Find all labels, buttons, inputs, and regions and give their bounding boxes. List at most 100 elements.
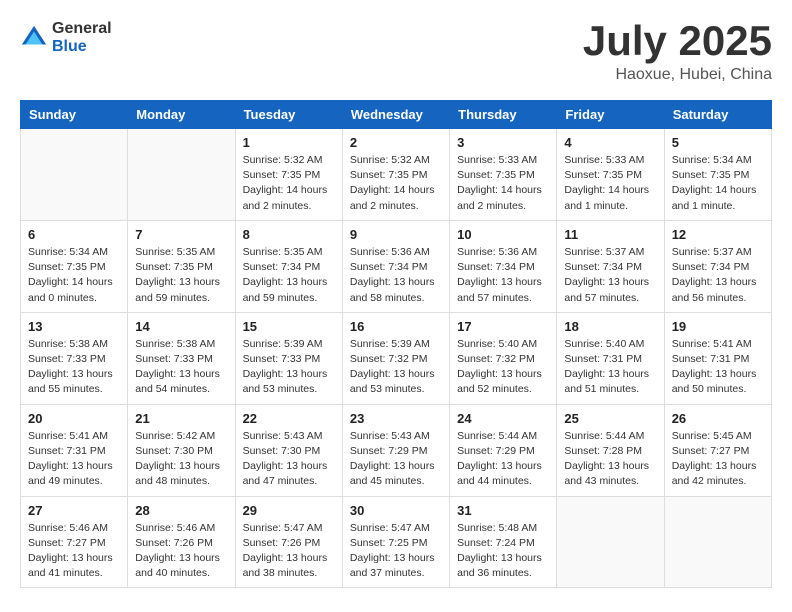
calendar-day: 17 Sunrise: 5:40 AM Sunset: 7:32 PM Dayli…: [450, 312, 557, 404]
calendar-day: [664, 496, 771, 588]
week-row: 1 Sunrise: 5:32 AM Sunset: 7:35 PM Daylig…: [21, 129, 772, 221]
day-info: Sunrise: 5:35 AM Sunset: 7:34 PM Dayligh…: [243, 245, 335, 306]
day-info: Sunrise: 5:45 AM Sunset: 7:27 PM Dayligh…: [672, 429, 764, 490]
week-row: 27Sunrise: 5:46 AM Sunset: 7:27 PM Dayli…: [21, 496, 772, 588]
calendar-day: 18 Sunrise: 5:40 AM Sunset: 7:31 PM Dayli…: [557, 312, 664, 404]
day-number: 26: [672, 411, 764, 426]
calendar-day: 29Sunrise: 5:47 AM Sunset: 7:26 PM Dayli…: [235, 496, 342, 588]
calendar-day: 19Sunrise: 5:41 AM Sunset: 7:31 PM Dayli…: [664, 312, 771, 404]
day-number: 19: [672, 319, 764, 334]
day-number: 31: [457, 503, 549, 518]
calendar-day: 24Sunrise: 5:44 AM Sunset: 7:29 PM Dayli…: [450, 404, 557, 496]
day-of-week-header: Wednesday: [342, 101, 449, 129]
day-number: 5: [672, 135, 764, 150]
day-number: 22: [243, 411, 335, 426]
calendar-day: 4 Sunrise: 5:33 AM Sunset: 7:35 PM Daylig…: [557, 129, 664, 221]
calendar-day: 30Sunrise: 5:47 AM Sunset: 7:25 PM Dayli…: [342, 496, 449, 588]
day-number: 29: [243, 503, 335, 518]
day-number: 2: [350, 135, 442, 150]
day-number: 14: [135, 319, 227, 334]
calendar-day: 2 Sunrise: 5:32 AM Sunset: 7:35 PM Daylig…: [342, 129, 449, 221]
calendar-day: 11 Sunrise: 5:37 AM Sunset: 7:34 PM Dayli…: [557, 220, 664, 312]
day-number: 4: [564, 135, 656, 150]
week-row: 20 Sunrise: 5:41 AM Sunset: 7:31 PM Dayli…: [21, 404, 772, 496]
logo-blue-text: Blue: [52, 38, 112, 56]
day-number: 11: [564, 227, 656, 242]
calendar-day: 22 Sunrise: 5:43 AM Sunset: 7:30 PM Dayli…: [235, 404, 342, 496]
day-number: 1: [243, 135, 335, 150]
day-info: Sunrise: 5:39 AM Sunset: 7:32 PM Dayligh…: [350, 337, 442, 398]
calendar-day: 20 Sunrise: 5:41 AM Sunset: 7:31 PM Dayli…: [21, 404, 128, 496]
calendar-day: 21Sunrise: 5:42 AM Sunset: 7:30 PM Dayli…: [128, 404, 235, 496]
day-info: Sunrise: 5:32 AM Sunset: 7:35 PM Dayligh…: [350, 153, 442, 214]
calendar-day: 9Sunrise: 5:36 AM Sunset: 7:34 PM Daylig…: [342, 220, 449, 312]
day-number: 25: [564, 411, 656, 426]
calendar-day: 1 Sunrise: 5:32 AM Sunset: 7:35 PM Daylig…: [235, 129, 342, 221]
calendar-day: 15Sunrise: 5:39 AM Sunset: 7:33 PM Dayli…: [235, 312, 342, 404]
day-number: 3: [457, 135, 549, 150]
calendar-day: 10 Sunrise: 5:36 AM Sunset: 7:34 PM Dayli…: [450, 220, 557, 312]
calendar-day: 31 Sunrise: 5:48 AM Sunset: 7:24 PM Dayli…: [450, 496, 557, 588]
day-info: Sunrise: 5:32 AM Sunset: 7:35 PM Dayligh…: [243, 153, 335, 214]
location: Haoxue, Hubei, China: [583, 66, 772, 84]
logo-text: General Blue: [52, 20, 112, 55]
day-number: 17: [457, 319, 549, 334]
header-row: SundayMondayTuesdayWednesdayThursdayFrid…: [21, 101, 772, 129]
day-number: 16: [350, 319, 442, 334]
day-info: Sunrise: 5:44 AM Sunset: 7:29 PM Dayligh…: [457, 429, 549, 490]
day-info: Sunrise: 5:48 AM Sunset: 7:24 PM Dayligh…: [457, 521, 549, 582]
calendar-day: 6 Sunrise: 5:34 AM Sunset: 7:35 PM Daylig…: [21, 220, 128, 312]
day-info: Sunrise: 5:43 AM Sunset: 7:29 PM Dayligh…: [350, 429, 442, 490]
logo-icon: [20, 24, 48, 52]
calendar-day: 3 Sunrise: 5:33 AM Sunset: 7:35 PM Daylig…: [450, 129, 557, 221]
day-info: Sunrise: 5:38 AM Sunset: 7:33 PM Dayligh…: [135, 337, 227, 398]
day-info: Sunrise: 5:40 AM Sunset: 7:31 PM Dayligh…: [564, 337, 656, 398]
day-number: 27: [28, 503, 120, 518]
day-info: Sunrise: 5:37 AM Sunset: 7:34 PM Dayligh…: [672, 245, 764, 306]
day-of-week-header: Monday: [128, 101, 235, 129]
calendar-day: [128, 129, 235, 221]
calendar-day: 23 Sunrise: 5:43 AM Sunset: 7:29 PM Dayli…: [342, 404, 449, 496]
calendar-day: 27Sunrise: 5:46 AM Sunset: 7:27 PM Dayli…: [21, 496, 128, 588]
day-info: Sunrise: 5:36 AM Sunset: 7:34 PM Dayligh…: [350, 245, 442, 306]
day-info: Sunrise: 5:34 AM Sunset: 7:35 PM Dayligh…: [28, 245, 120, 306]
day-number: 12: [672, 227, 764, 242]
calendar-table: SundayMondayTuesdayWednesdayThursdayFrid…: [20, 100, 772, 588]
day-info: Sunrise: 5:36 AM Sunset: 7:34 PM Dayligh…: [457, 245, 549, 306]
calendar-day: 7 Sunrise: 5:35 AM Sunset: 7:35 PM Daylig…: [128, 220, 235, 312]
week-row: 6 Sunrise: 5:34 AM Sunset: 7:35 PM Daylig…: [21, 220, 772, 312]
day-info: Sunrise: 5:42 AM Sunset: 7:30 PM Dayligh…: [135, 429, 227, 490]
month-title: July 2025: [583, 20, 772, 62]
day-info: Sunrise: 5:38 AM Sunset: 7:33 PM Dayligh…: [28, 337, 120, 398]
day-number: 10: [457, 227, 549, 242]
day-number: 6: [28, 227, 120, 242]
title-block: July 2025 Haoxue, Hubei, China: [583, 20, 772, 84]
day-info: Sunrise: 5:35 AM Sunset: 7:35 PM Dayligh…: [135, 245, 227, 306]
day-info: Sunrise: 5:41 AM Sunset: 7:31 PM Dayligh…: [28, 429, 120, 490]
day-number: 18: [564, 319, 656, 334]
day-info: Sunrise: 5:33 AM Sunset: 7:35 PM Dayligh…: [457, 153, 549, 214]
day-info: Sunrise: 5:33 AM Sunset: 7:35 PM Dayligh…: [564, 153, 656, 214]
day-number: 28: [135, 503, 227, 518]
day-number: 8: [243, 227, 335, 242]
day-info: Sunrise: 5:40 AM Sunset: 7:32 PM Dayligh…: [457, 337, 549, 398]
day-info: Sunrise: 5:34 AM Sunset: 7:35 PM Dayligh…: [672, 153, 764, 214]
day-number: 7: [135, 227, 227, 242]
calendar-day: 12 Sunrise: 5:37 AM Sunset: 7:34 PM Dayli…: [664, 220, 771, 312]
day-info: Sunrise: 5:37 AM Sunset: 7:34 PM Dayligh…: [564, 245, 656, 306]
day-number: 23: [350, 411, 442, 426]
day-number: 13: [28, 319, 120, 334]
calendar-day: 26 Sunrise: 5:45 AM Sunset: 7:27 PM Dayli…: [664, 404, 771, 496]
logo-general-text: General: [52, 20, 112, 38]
day-info: Sunrise: 5:46 AM Sunset: 7:26 PM Dayligh…: [135, 521, 227, 582]
day-of-week-header: Saturday: [664, 101, 771, 129]
day-info: Sunrise: 5:44 AM Sunset: 7:28 PM Dayligh…: [564, 429, 656, 490]
day-number: 20: [28, 411, 120, 426]
day-of-week-header: Thursday: [450, 101, 557, 129]
calendar-day: [21, 129, 128, 221]
calendar-day: [557, 496, 664, 588]
day-info: Sunrise: 5:39 AM Sunset: 7:33 PM Dayligh…: [243, 337, 335, 398]
calendar-day: 14 Sunrise: 5:38 AM Sunset: 7:33 PM Dayli…: [128, 312, 235, 404]
calendar-day: 16 Sunrise: 5:39 AM Sunset: 7:32 PM Dayli…: [342, 312, 449, 404]
day-info: Sunrise: 5:43 AM Sunset: 7:30 PM Dayligh…: [243, 429, 335, 490]
